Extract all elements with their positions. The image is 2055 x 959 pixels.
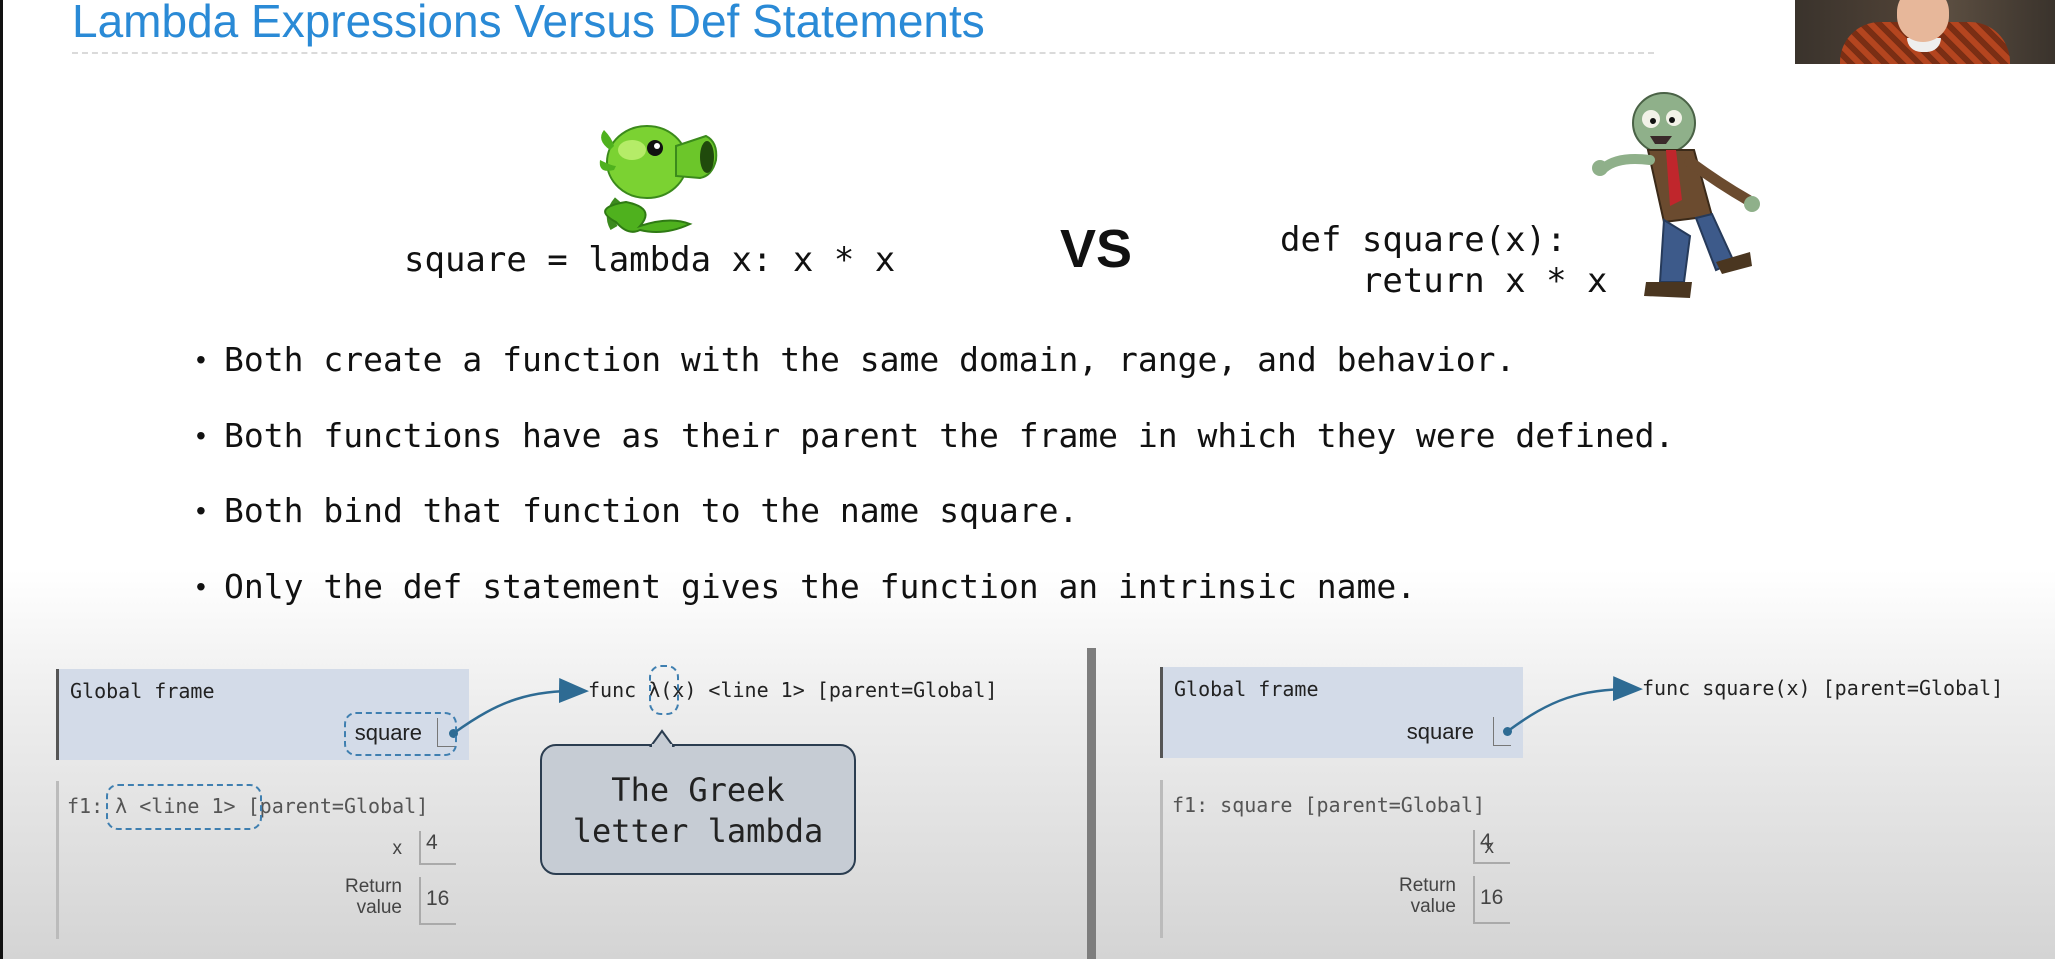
right-binding-arrow (1507, 676, 1643, 733)
bullet-item: Both functions have as their parent the … (196, 413, 1674, 489)
right-return-value: 16 (1473, 876, 1510, 924)
left-binding-arrow (453, 678, 589, 735)
bullet-list: Both create a function with the same dom… (196, 337, 1674, 639)
right-return-label: Return value (1398, 875, 1456, 917)
lambda-expression-code: square = lambda x: x * x (404, 240, 896, 280)
right-square-variable: square (1406, 719, 1474, 744)
def-statement-code: def square(x): return x * x (1280, 220, 1608, 301)
left-square-highlight (344, 712, 457, 756)
bullet-item: Both create a function with the same dom… (196, 337, 1674, 413)
slide-title: Lambda Expressions Versus Def Statements (72, 0, 985, 47)
slide: Lambda Expressions Versus Def Statements (0, 0, 2055, 959)
video-left-edge (0, 0, 3, 959)
right-global-frame-title: Global frame (1174, 677, 1319, 701)
f1-prefix: f1: (67, 794, 104, 818)
title-divider (72, 52, 1654, 54)
left-global-frame-title: Global frame (70, 679, 215, 703)
f1-lambda-name-highlight (106, 784, 262, 830)
left-x-label: x (392, 838, 403, 859)
zombie-icon (1592, 92, 1760, 298)
bullet-item: Both bind that function to the name squa… (196, 488, 1674, 564)
func-prefix: func (588, 678, 649, 702)
right-x-value: 4 (1473, 830, 1510, 864)
diagram-divider (1087, 648, 1096, 959)
right-f1-frame-edge (1160, 780, 1163, 938)
callout-text: The Greek letter lambda (572, 771, 824, 850)
right-f1-frame-header: f1: square [parent=Global] (1172, 793, 1486, 817)
versus-label: VS (1060, 219, 1133, 279)
left-x-value: 4 (419, 831, 456, 865)
bullet-item: Only the def statement gives the functio… (196, 564, 1674, 640)
right-function-object: func square(x) [parent=Global] (1642, 676, 2004, 700)
f1-parent: [parent=Global] (247, 794, 429, 818)
presenter-webcam (1795, 0, 2055, 64)
lambda-symbol-highlight (649, 665, 679, 715)
peashooter-plant-icon (599, 125, 718, 233)
left-f1-frame-edge (56, 781, 59, 939)
right-pointer-dot (1503, 727, 1512, 736)
left-return-value: 16 (419, 877, 456, 925)
left-return-label: Return value (344, 876, 402, 918)
func-suffix: (x) <line 1> [parent=Global] (660, 678, 998, 702)
